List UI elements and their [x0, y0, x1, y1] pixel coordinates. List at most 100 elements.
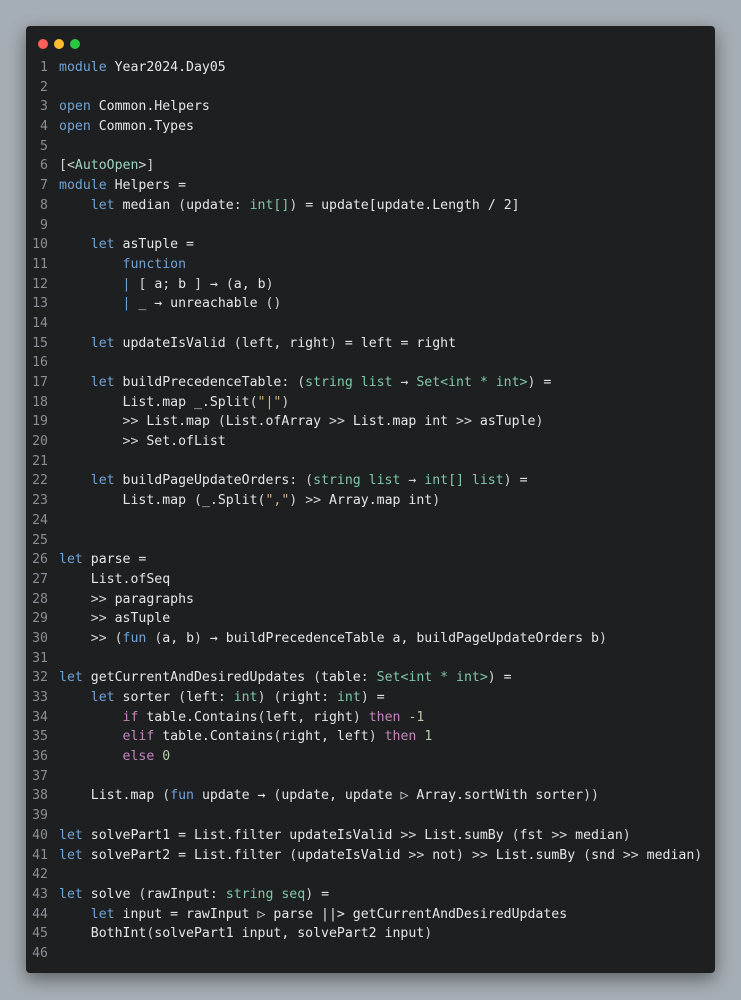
line-number: 44	[32, 906, 48, 922]
line-text: let input = rawInput ▷ parse ||> getCurr…	[48, 905, 567, 925]
code-token: →	[202, 276, 226, 292]
code-token: → buildPrecedenceTable a, buildPageUpdat…	[201, 630, 599, 646]
code-token: let	[90, 906, 115, 922]
code-editor[interactable]: 1 module Year2024.Day05 2 3 open Common.Help…	[26, 58, 715, 964]
line-number: 22	[32, 473, 48, 489]
line-text: let median (update: int[]) = update[upda…	[48, 196, 520, 216]
code-token: List.ofSeq	[59, 571, 171, 587]
code-token: =	[313, 886, 330, 902]
code-token: )	[622, 827, 631, 843]
line-number: 42	[32, 867, 48, 883]
code-token: )	[305, 886, 314, 902]
code-token: -1	[408, 709, 425, 725]
code-token: ]	[186, 276, 203, 292]
line-number: 27	[32, 571, 48, 587]
code-line: 38 List.map (fun update → (update, updat…	[26, 786, 715, 806]
code-token: →	[400, 473, 425, 489]
code-line: 27 List.ofSeq	[26, 570, 715, 590]
code-token: [	[138, 276, 155, 292]
line-text	[48, 531, 59, 551]
code-token: fun	[122, 630, 147, 646]
code-token: let	[90, 690, 115, 705]
code-token: if	[122, 709, 139, 725]
code-token: :	[233, 197, 250, 213]
code-token: >>	[622, 847, 639, 863]
code-token: >>	[400, 827, 417, 843]
line-text: >> (fun (a, b) → buildPrecedenceTable a,…	[48, 629, 607, 649]
code-token: >>	[122, 414, 139, 430]
line-number: 29	[32, 611, 48, 627]
code-line: 40 let solvePart1 = List.filter updateIsV…	[26, 826, 715, 846]
line-number: 4	[40, 119, 48, 135]
line-text	[48, 806, 59, 826]
code-line: 15 let updateIsValid (left, right) = lef…	[26, 334, 715, 354]
code-token: solvePart1 = List.filter updateIsValid	[82, 827, 401, 843]
line-number: 28	[32, 591, 48, 607]
code-token: )	[328, 335, 337, 351]
code-token: >>	[122, 434, 139, 450]
code-line: 7 module Helpers =	[26, 176, 715, 196]
line-number: 39	[32, 808, 48, 824]
line-number: 13	[32, 296, 48, 312]
line-text: let buildPrecedenceTable: (string list →…	[48, 373, 552, 393]
line-number: 41	[32, 847, 48, 863]
line-number: 46	[32, 945, 48, 961]
code-token: )	[194, 630, 202, 646]
code-window: 1 module Year2024.Day05 2 3 open Common.Help…	[26, 26, 715, 973]
code-token: solvePart2 = List.filter	[82, 847, 290, 863]
code-token: :	[321, 690, 337, 705]
line-number: 43	[32, 886, 48, 902]
line-number: 8	[40, 197, 48, 213]
code-token: let	[90, 375, 115, 390]
code-token: List.map	[138, 414, 218, 430]
code-token: rawInput	[146, 886, 210, 902]
code-token: (	[178, 197, 187, 213]
line-number: 2	[40, 79, 48, 95]
line-number: 6	[40, 158, 48, 174]
code-token: let	[90, 237, 115, 253]
code-line: 44 let input = rawInput ▷ parse ||> getC…	[26, 905, 715, 925]
code-token: >>	[456, 414, 472, 430]
line-text	[48, 452, 59, 472]
close-button[interactable]	[38, 39, 48, 49]
line-text: List.map _.Split("|")	[48, 393, 290, 413]
line-number: 23	[32, 493, 48, 509]
line-number: 26	[32, 552, 48, 568]
code-token: Helpers =	[106, 178, 187, 194]
line-number: 9	[40, 217, 48, 233]
code-token: update, update ▷ Array.sortWith sorter	[281, 788, 584, 804]
code-line: 22 let buildPageUpdateOrders: (string li…	[26, 471, 715, 491]
line-number: 14	[32, 315, 48, 331]
code-line: 24	[26, 511, 715, 531]
code-token: (	[178, 690, 187, 705]
line-text: >> Set.ofList	[48, 432, 226, 452]
minimize-button[interactable]	[54, 39, 64, 49]
code-token: updateIsValid	[114, 335, 234, 351]
code-token: ))	[583, 788, 599, 804]
code-token: =	[511, 473, 528, 489]
zoom-button[interactable]	[70, 39, 80, 49]
code-token: )	[352, 709, 361, 725]
line-text: >> List.map (List.ofArray >> List.map in…	[48, 412, 544, 432]
line-text	[48, 137, 59, 157]
code-token: let	[59, 827, 83, 843]
line-text: List.map (fun update → (update, update ▷…	[48, 786, 599, 806]
line-number: 25	[32, 532, 48, 548]
code-token: else	[122, 749, 155, 765]
code-token: >>	[408, 847, 425, 863]
code-token: asTuple =	[114, 237, 194, 253]
line-number: 10	[32, 237, 48, 253]
code-token: 0	[162, 749, 171, 765]
code-line: 3 open Common.Helpers	[26, 97, 715, 117]
code-token: >> (	[90, 630, 123, 646]
code-token: let	[90, 473, 115, 489]
code-line: 26 let parse =	[26, 550, 715, 570]
code-token: int[] list	[424, 473, 504, 489]
code-token: string seq	[225, 886, 306, 902]
